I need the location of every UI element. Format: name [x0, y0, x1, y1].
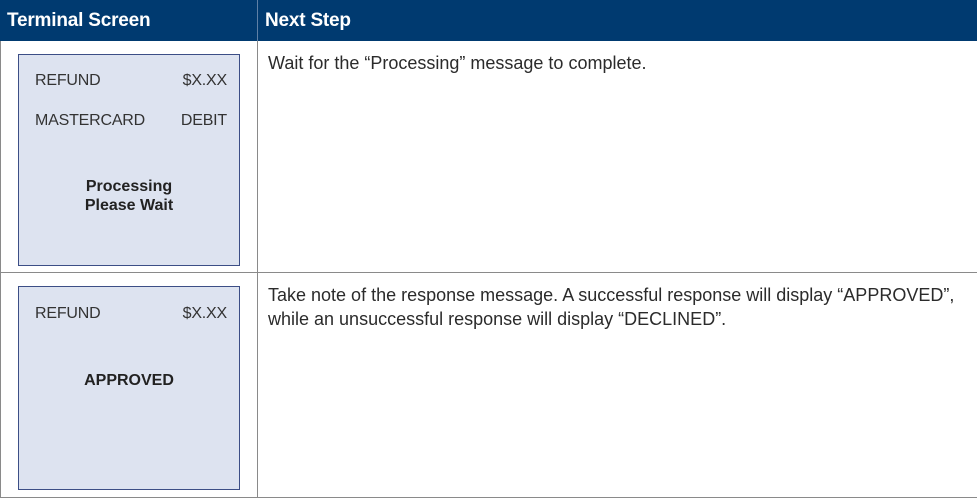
screen-message-line1: Processing — [85, 178, 173, 195]
screen-line-transaction: REFUND $X.XX — [35, 72, 227, 90]
transaction-amount: $X.XX — [182, 305, 228, 322]
transaction-amount: $X.XX — [182, 72, 228, 89]
table-row: REFUND $X.XX MASTERCARD DEBIT Processing… — [0, 41, 977, 273]
screen-line-card: MASTERCARD DEBIT — [35, 112, 227, 130]
transaction-type: REFUND — [35, 72, 101, 89]
screen-message-line2: Please Wait — [84, 197, 174, 214]
screen-message: Processing Please Wait — [19, 177, 239, 215]
screen-line-transaction: REFUND $X.XX — [35, 305, 227, 323]
next-step-cell: Wait for the “Processing” message to com… — [258, 41, 977, 273]
terminal-screen-display: REFUND $X.XX MASTERCARD DEBIT Processing… — [18, 54, 240, 266]
header-terminal-screen: Terminal Screen — [0, 0, 258, 41]
card-brand: MASTERCARD — [35, 112, 146, 129]
table-header-row: Terminal Screen Next Step — [0, 0, 977, 41]
screen-message: APPROVED — [19, 371, 239, 390]
screen-message-line1: APPROVED — [84, 372, 174, 389]
next-step-text: Wait for the “Processing” message to com… — [268, 53, 647, 73]
instruction-table: Terminal Screen Next Step REFUND $X.XX M… — [0, 0, 977, 498]
terminal-screen-cell: REFUND $X.XX MASTERCARD DEBIT Processing… — [0, 41, 258, 273]
next-step-text: Take note of the response message. A suc… — [268, 285, 955, 329]
terminal-screen-cell: REFUND $X.XX APPROVED — [0, 273, 258, 498]
table-row: REFUND $X.XX APPROVED Take note of the r… — [0, 273, 977, 498]
transaction-type: REFUND — [35, 305, 101, 322]
next-step-cell: Take note of the response message. A suc… — [258, 273, 977, 498]
card-type: DEBIT — [180, 112, 227, 129]
terminal-screen-display: REFUND $X.XX APPROVED — [18, 286, 240, 490]
header-next-step: Next Step — [265, 10, 351, 31]
